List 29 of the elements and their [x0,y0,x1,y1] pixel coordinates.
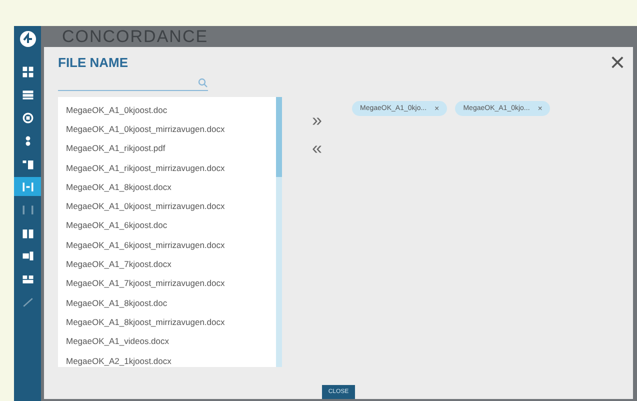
file-item[interactable]: MegaeOK_A1_0kjoost_mirrizavugen.docx [66,196,276,216]
file-item[interactable]: MegaeOK_A1_7kjoost_mirrizavugen.docx [66,274,276,293]
logo-icon [18,30,36,48]
bracket-icon [20,202,34,216]
panel-icon [20,248,34,262]
file-item[interactable]: MegaeOK_A1_rikjoost.pdf [66,138,276,158]
scrollbar-thumb[interactable] [276,97,282,177]
bracket-icon [20,180,34,194]
move-left-button[interactable]: « [312,139,322,157]
remove-button[interactable]: × [538,104,542,113]
remove-button[interactable]: × [434,104,440,113]
grid-icon [20,64,34,78]
list-icon [20,88,34,102]
move-right-button[interactable]: » [312,111,322,129]
dialog-title: FILE NAME [58,55,128,70]
file-item[interactable]: MegaeOK_A1_0kjoost.doc [66,100,276,120]
target-icon [20,110,34,124]
file-item[interactable]: MegaeOK_A1_8kjoost.doc [66,292,276,312]
file-item[interactable]: MegaeOK_A1_7kjoost.docx [66,254,276,274]
file-item[interactable]: MegaeOK_A1_rikjoost_mirrizavugen.docx [66,158,276,178]
file-item[interactable]: MegaeOK_A1_8kjoost_mirrizavugen.docx [66,312,276,332]
file-item[interactable]: MegaeOK_A1_videos.docx [66,332,276,351]
file-item[interactable]: MegaeOK_A2_1kjoost.docx [66,350,276,370]
file-item[interactable]: MegaeOK_A1_8kjoost.docx [66,177,276,196]
search-field[interactable] [58,76,208,91]
file-item[interactable]: MegaeOK_A1_0kjoost_mirrizavugen.docx [66,119,276,139]
file-item[interactable]: MegaeOK_A1_6kjoost_mirrizavugen.docx [66,235,276,254]
file-item[interactable]: MegaeOK_A1_6kjoost.doc [66,216,276,236]
search-icon [198,78,208,88]
